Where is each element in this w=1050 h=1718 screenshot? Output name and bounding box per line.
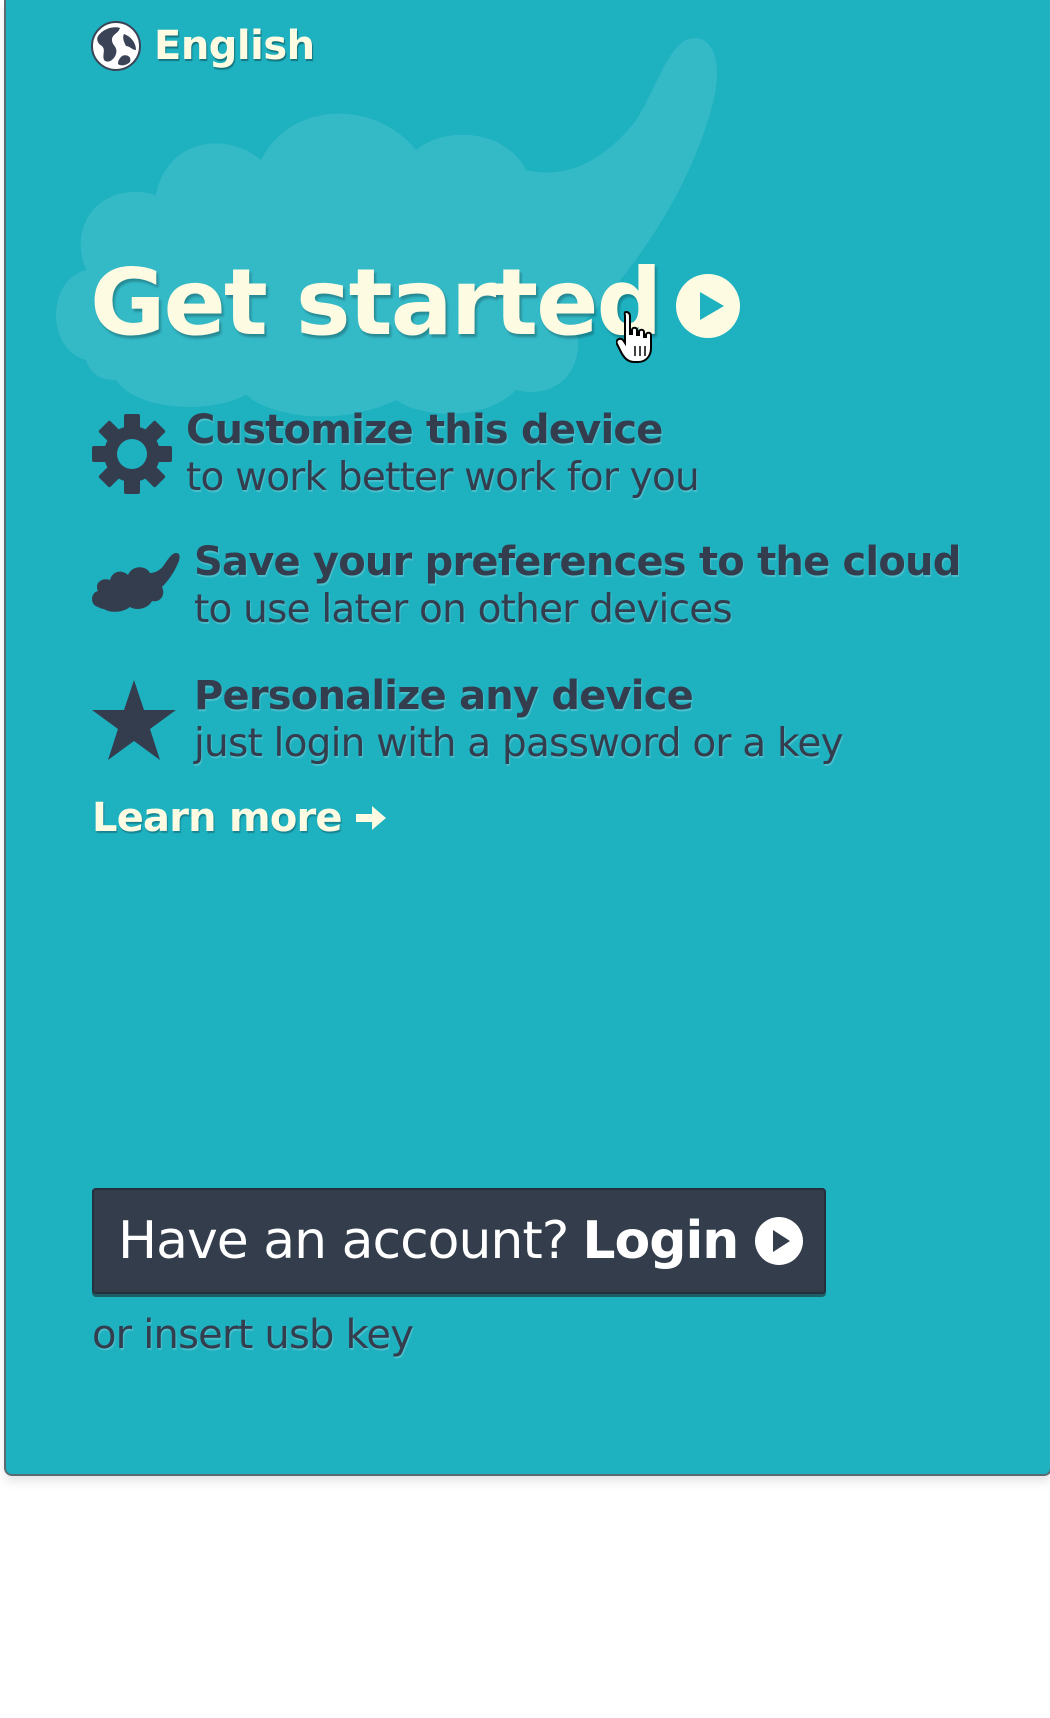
feature-subtitle: to work better work for you	[186, 455, 700, 500]
background-cloud-illustration	[56, 38, 717, 417]
language-selector[interactable]: English	[90, 18, 315, 74]
login-button[interactable]: Have an account? Login	[92, 1188, 826, 1294]
play-circle-icon	[755, 1217, 804, 1265]
usb-key-hint: or insert usb key	[92, 1312, 414, 1358]
login-action-label: Login	[582, 1211, 739, 1271]
feature-subtitle: just login with a password or a key	[194, 721, 844, 766]
gear-icon	[92, 414, 172, 494]
cloud-icon	[92, 553, 180, 612]
feature-customize-text: Customize this device to work better wor…	[186, 406, 700, 502]
feature-personalize-text: Personalize any device just login with a…	[194, 672, 844, 768]
feature-title: Personalize any device	[194, 673, 694, 719]
learn-more-link[interactable]: Learn more	[92, 790, 388, 846]
get-started-button[interactable]: Get started	[90, 248, 742, 358]
globe-icon	[91, 21, 141, 71]
feature-cloud-text: Save your preferences to the cloud to us…	[194, 538, 961, 634]
feature-title: Customize this device	[186, 407, 663, 453]
feature-personalize: Personalize any device just login with a…	[90, 672, 844, 768]
feature-subtitle: to use later on other devices	[194, 587, 733, 632]
feature-title: Save your preferences to the cloud	[194, 539, 961, 585]
get-started-label: Get started	[90, 249, 662, 356]
feature-customize: Customize this device to work better wor…	[90, 406, 700, 502]
star-icon	[92, 680, 176, 760]
arrow-right-icon	[355, 806, 386, 830]
feature-cloud: Save your preferences to the cloud to us…	[90, 538, 961, 634]
login-prefix-label: Have an account?	[118, 1211, 569, 1271]
play-circle-icon	[676, 274, 741, 338]
learn-more-label: Learn more	[92, 795, 343, 841]
welcome-panel: English Get started Customize this devic…	[4, 0, 1050, 1476]
language-label: English	[154, 23, 315, 69]
